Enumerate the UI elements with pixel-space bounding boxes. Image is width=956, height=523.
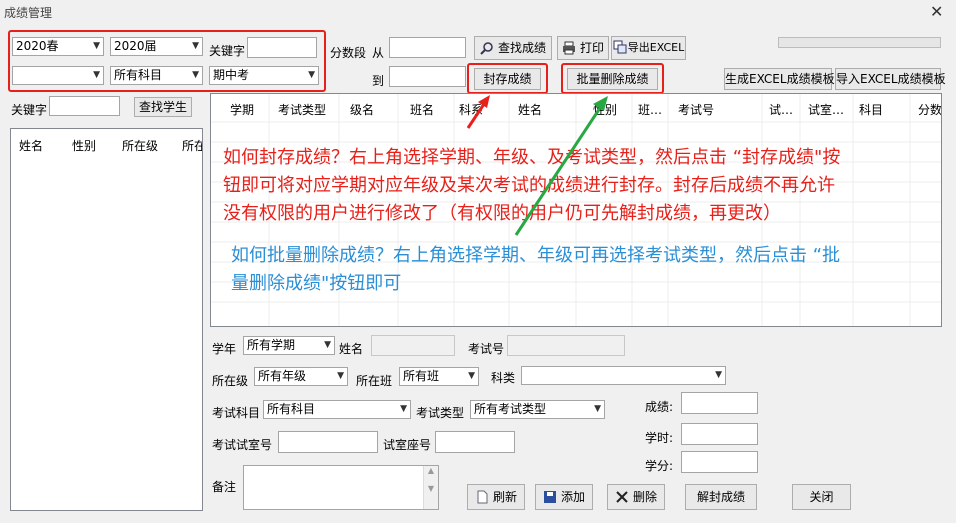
form-term-select[interactable]: 所有学期 ▼ (243, 336, 335, 355)
form-credit-label: 学分: (645, 459, 674, 473)
form-room-label: 考试试室号 (212, 438, 273, 452)
form-dept-label: 科类 (491, 371, 516, 385)
add-button[interactable]: 添加 (535, 484, 593, 510)
remark-scrollbar[interactable]: ▲ ▼ (423, 466, 438, 509)
chevron-down-icon: ▼ (715, 370, 722, 380)
document-icon (475, 488, 489, 504)
refresh-label: 刷新 (492, 490, 517, 504)
chevron-down-icon: ▼ (468, 371, 475, 381)
form-name-label: 姓名 (339, 342, 364, 356)
add-label: 添加 (560, 490, 585, 504)
form-subject-select[interactable]: 所有科目 ▼ (263, 400, 411, 419)
form-grade-select[interactable]: 所有年级 ▼ (254, 367, 348, 386)
red-arrow-icon (466, 95, 490, 129)
form-seat-input[interactable] (435, 431, 515, 453)
form-remark-textarea[interactable]: ▲ ▼ (243, 465, 439, 510)
form-exam-type-label: 考试类型 (416, 406, 465, 420)
form-term-value: 所有学期 (247, 338, 296, 352)
form-exam-no-input[interactable] (507, 335, 625, 356)
form-hours-label: 学时: (645, 431, 674, 445)
form-name-input[interactable] (371, 335, 455, 356)
form-class-select[interactable]: 所有班 ▼ (399, 367, 479, 386)
delete-button[interactable]: 删除 (607, 484, 665, 510)
form-exam-type-value: 所有考试类型 (474, 402, 547, 416)
chevron-down-icon: ▼ (400, 404, 407, 414)
form-dept-select[interactable]: ▼ (521, 366, 726, 385)
form-class-label: 所在班 (356, 374, 393, 388)
refresh-button[interactable]: 刷新 (467, 484, 525, 510)
close-button[interactable]: 关闭 (792, 484, 851, 510)
form-term-label: 学年 (212, 342, 237, 356)
delete-label: 删除 (632, 490, 657, 504)
form-room-input[interactable] (278, 431, 378, 453)
green-arrow-icon (514, 96, 608, 236)
form-subject-value: 所有科目 (267, 402, 316, 416)
chevron-down-icon: ▼ (337, 371, 344, 381)
form-class-value: 所有班 (403, 369, 440, 383)
form-hours-input[interactable] (681, 423, 758, 445)
delete-x-icon (615, 488, 629, 503)
form-exam-type-select[interactable]: 所有考试类型 ▼ (470, 400, 605, 419)
form-subject-label: 考试科目 (212, 406, 261, 420)
chevron-down-icon: ▼ (324, 340, 331, 350)
form-exam-no-label: 考试号 (468, 342, 505, 356)
form-score-input[interactable] (681, 392, 758, 414)
form-score-label: 成绩: (645, 400, 674, 414)
unseal-scores-button[interactable]: 解封成绩 (685, 484, 757, 510)
form-grade-value: 所有年级 (258, 369, 307, 383)
chevron-down-icon: ▼ (594, 404, 601, 414)
form-remark-label: 备注 (212, 480, 237, 494)
form-grade-label: 所在级 (212, 374, 249, 388)
form-credit-input[interactable] (681, 451, 758, 473)
save-icon (543, 488, 557, 503)
form-seat-label: 试室座号 (383, 438, 432, 452)
